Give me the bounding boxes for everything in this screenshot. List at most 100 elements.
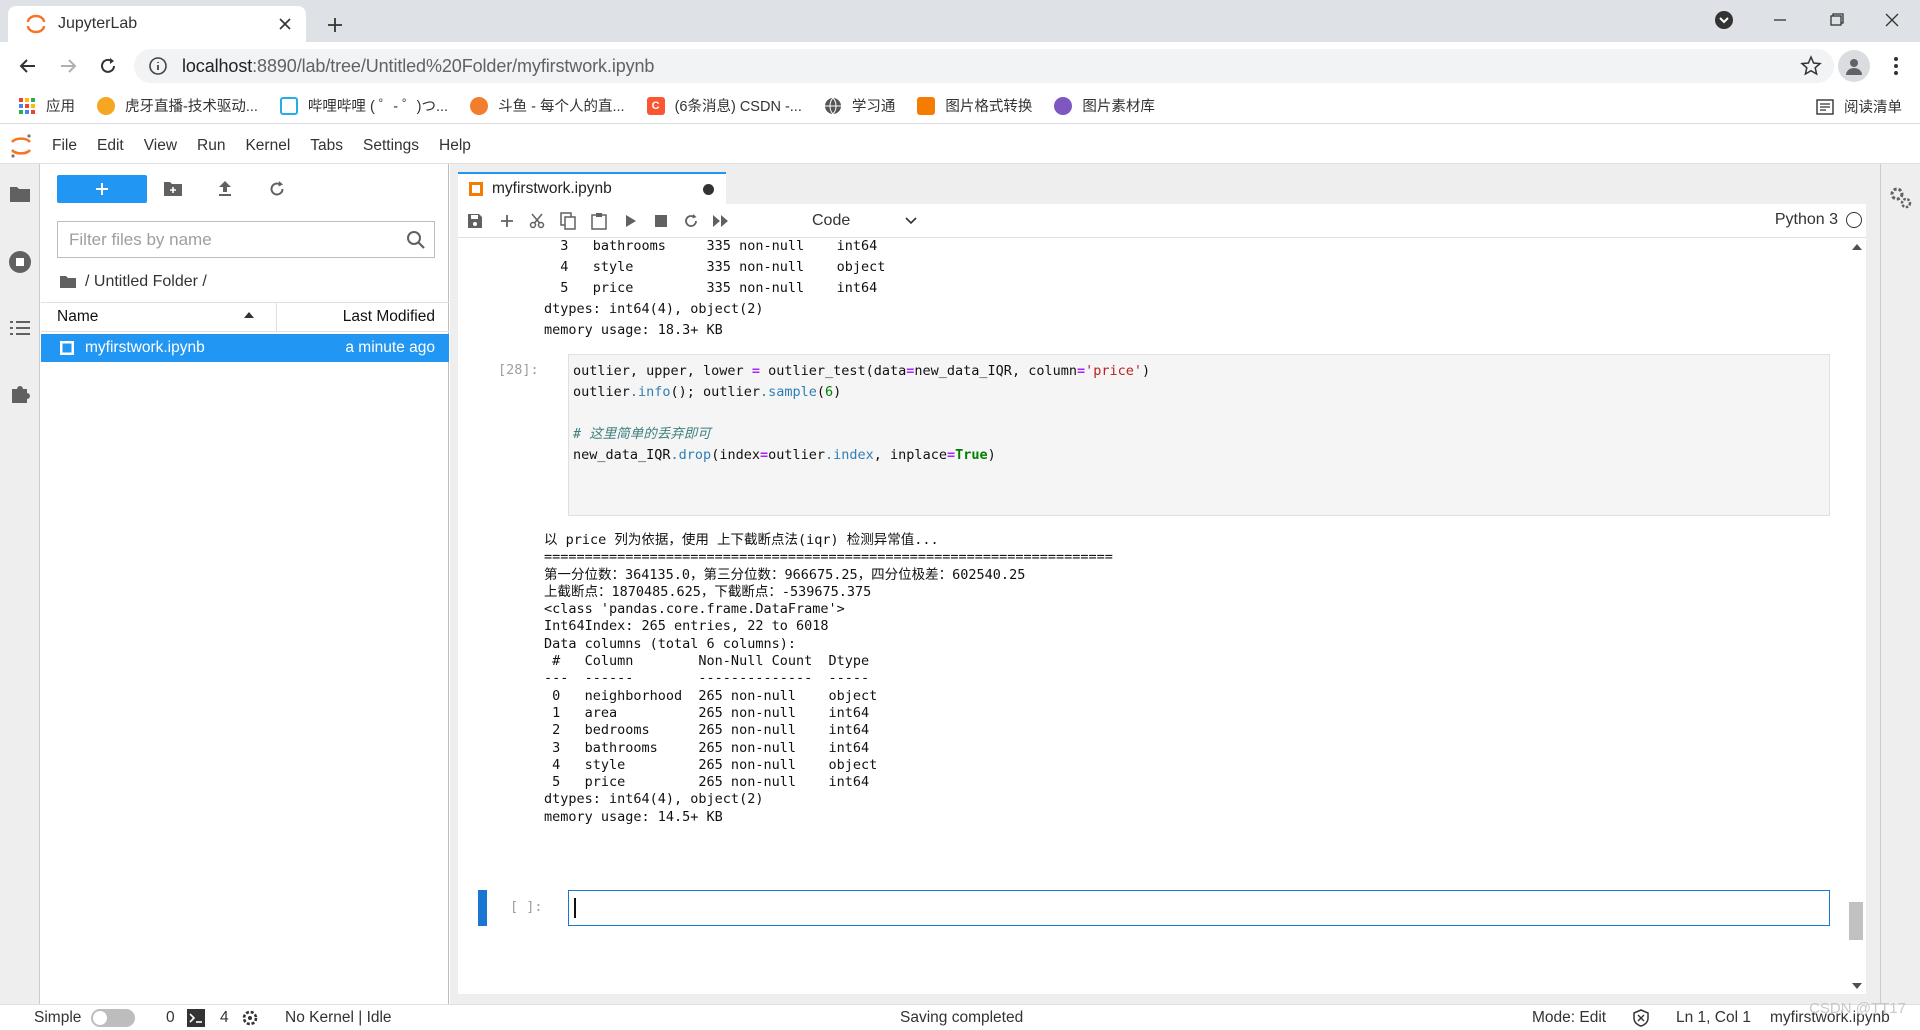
bookmark-csdn[interactable]: C (6条消息) CSDN -... xyxy=(646,95,802,116)
refresh-icon[interactable] xyxy=(263,175,291,203)
menu-view[interactable]: View xyxy=(134,128,187,164)
kernel-name[interactable]: Python 3 xyxy=(1775,211,1838,229)
reading-list-button[interactable]: 阅读清单 xyxy=(1816,96,1902,117)
extension-manager-icon[interactable] xyxy=(6,380,34,408)
globe-icon xyxy=(824,97,842,115)
douyu-icon xyxy=(470,96,489,115)
bookmark-douyu[interactable]: 斗鱼 - 每个人的直... xyxy=(470,95,625,116)
kernel-state[interactable]: No Kernel | Idle xyxy=(285,1009,392,1027)
trusted-shield-icon[interactable] xyxy=(1632,1009,1650,1027)
bookmark-bilibili[interactable]: 哔哩哔哩 ( ゜- ゜)つ... xyxy=(279,95,449,116)
new-folder-icon[interactable] xyxy=(159,175,187,203)
address-bar[interactable]: localhost:8890/lab/tree/Untitled%20Folde… xyxy=(134,49,1834,83)
bookmark-image-library[interactable]: 图片素材库 xyxy=(1054,95,1155,116)
back-icon[interactable] xyxy=(14,52,42,80)
restart-kernel-icon[interactable] xyxy=(678,208,704,234)
menu-edit[interactable]: Edit xyxy=(87,128,134,164)
browser-menu-icon[interactable] xyxy=(1882,52,1910,80)
bookmark-star-icon[interactable] xyxy=(1800,55,1822,77)
column-name-header[interactable]: Name xyxy=(41,302,277,332)
code-token: , inplace xyxy=(873,447,947,463)
menu-run[interactable]: Run xyxy=(187,128,235,164)
file-filter-field[interactable] xyxy=(57,221,435,258)
bookmark-label: 虎牙直播-技术驱动... xyxy=(125,99,258,115)
active-cell-indicator[interactable] xyxy=(478,890,487,926)
paste-icon[interactable] xyxy=(586,208,612,234)
reading-list-icon xyxy=(1816,98,1834,116)
apps-grid-icon xyxy=(18,97,36,115)
bookmark-apps[interactable]: 应用 xyxy=(18,95,75,116)
new-launcher-button[interactable] xyxy=(57,175,147,203)
folder-icon[interactable] xyxy=(6,180,34,208)
cut-icon[interactable] xyxy=(524,208,550,234)
running-terminals[interactable]: 0 xyxy=(166,1009,205,1027)
terminal-count: 0 xyxy=(166,1009,175,1026)
close-window-icon[interactable] xyxy=(1864,0,1920,40)
empty-code-cell[interactable] xyxy=(568,890,1830,926)
code-cell-28[interactable]: outlier, upper, lower = outlier_test(dat… xyxy=(568,354,1830,516)
minimize-icon[interactable] xyxy=(1752,0,1808,40)
scrollbar-thumb[interactable] xyxy=(1849,902,1863,940)
simple-mode-switch[interactable]: Simple xyxy=(34,1009,136,1027)
site-info-icon[interactable] xyxy=(148,56,168,76)
menu-help[interactable]: Help xyxy=(429,128,481,164)
running-kernels-icon[interactable] xyxy=(6,248,34,276)
simple-mode-toggle[interactable] xyxy=(91,1009,136,1027)
file-filter-input[interactable] xyxy=(69,229,399,250)
notebook-content[interactable]: 3 bathrooms 335 non-null int64 4 style 3… xyxy=(458,239,1866,994)
bookmark-label: 斗鱼 - 每个人的直... xyxy=(498,99,625,115)
file-browser-panel: / Untitled Folder / Name Last Modified m… xyxy=(41,164,449,1004)
code-token: outlier xyxy=(573,384,630,400)
file-list-item[interactable]: myfirstwork.ipynb a minute ago xyxy=(41,334,449,362)
restart-run-all-icon[interactable] xyxy=(708,208,734,234)
run-cell-icon[interactable] xyxy=(618,208,644,234)
cursor-position[interactable]: Ln 1, Col 1 xyxy=(1676,1009,1751,1027)
bookmark-xuexitong[interactable]: 学习通 xyxy=(824,95,895,116)
editor-mode: Mode: Edit xyxy=(1532,1009,1607,1026)
unsaved-indicator-icon[interactable] xyxy=(703,183,714,195)
insert-cell-icon[interactable] xyxy=(494,208,520,234)
column-name-label: Name xyxy=(57,308,99,325)
forward-icon[interactable] xyxy=(54,52,82,80)
code-editor[interactable]: outlier, upper, lower = outlier_test(dat… xyxy=(573,361,1150,466)
breadcrumb[interactable]: / Untitled Folder / xyxy=(59,270,207,294)
running-kernels[interactable]: 4 xyxy=(220,1009,259,1027)
reload-icon[interactable] xyxy=(94,52,122,80)
save-icon[interactable] xyxy=(462,208,488,234)
image-convert-icon xyxy=(917,96,936,115)
code-token: outlier, upper, lower xyxy=(573,363,752,379)
home-folder-icon[interactable] xyxy=(59,275,77,289)
breadcrumb-path[interactable]: / Untitled Folder / xyxy=(85,273,207,291)
notebook-scrollbar[interactable] xyxy=(1848,239,1866,994)
table-of-contents-icon[interactable] xyxy=(6,314,34,342)
notebook-tab[interactable]: myfirstwork.ipynb xyxy=(458,172,726,204)
maximize-icon[interactable] xyxy=(1808,0,1864,40)
bookmark-image-convert[interactable]: 图片格式转换 xyxy=(917,95,1032,116)
upload-icon[interactable] xyxy=(211,175,239,203)
property-inspector-icon[interactable] xyxy=(1887,184,1915,212)
column-modified-header[interactable]: Last Modified xyxy=(277,308,449,326)
menu-tabs[interactable]: Tabs xyxy=(300,128,353,164)
code-token: ( xyxy=(816,384,825,400)
code-token: ) xyxy=(1142,363,1151,379)
profile-avatar-icon[interactable] xyxy=(1838,50,1870,82)
interrupt-kernel-icon[interactable] xyxy=(648,208,674,234)
file-name: myfirstwork.ipynb xyxy=(85,339,205,356)
code-token: = xyxy=(946,447,956,463)
menu-settings[interactable]: Settings xyxy=(353,128,429,164)
menu-kernel[interactable]: Kernel xyxy=(235,128,300,164)
new-tab-icon[interactable] xyxy=(320,10,350,40)
code-token: (); outlier xyxy=(670,384,760,400)
cell-type-dropdown[interactable]: Code xyxy=(808,208,918,234)
close-tab-icon[interactable] xyxy=(274,13,296,35)
kernel-status-icon xyxy=(1846,212,1862,228)
scroll-down-icon[interactable] xyxy=(1852,982,1862,990)
browser-tab[interactable]: JupyterLab xyxy=(8,6,306,42)
scroll-up-icon[interactable] xyxy=(1852,243,1862,251)
bookmark-huya[interactable]: 虎牙直播-技术驱动... xyxy=(97,95,258,116)
copy-icon[interactable] xyxy=(555,208,581,234)
menu-file[interactable]: File xyxy=(42,128,87,164)
tab-search-icon[interactable] xyxy=(1696,0,1752,40)
huya-icon xyxy=(97,96,115,115)
bookmark-label: 哔哩哔哩 ( ゜- ゜)つ... xyxy=(307,99,449,115)
